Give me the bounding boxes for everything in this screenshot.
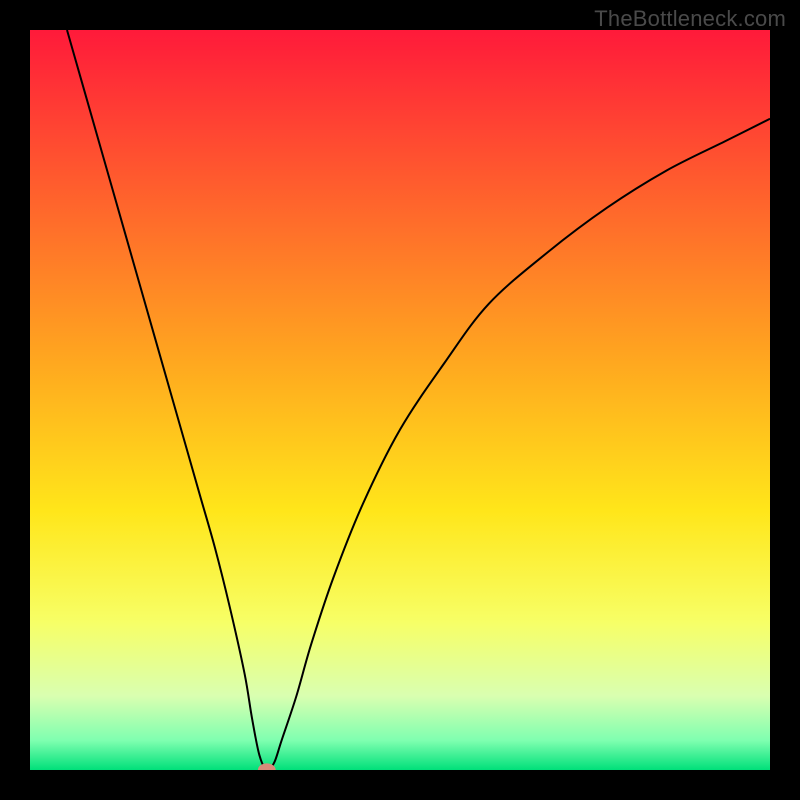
chart-frame: TheBottleneck.com	[0, 0, 800, 800]
watermark-text: TheBottleneck.com	[594, 6, 786, 32]
gradient-background	[30, 30, 770, 770]
plot-area	[30, 30, 770, 770]
bottleneck-chart	[30, 30, 770, 770]
